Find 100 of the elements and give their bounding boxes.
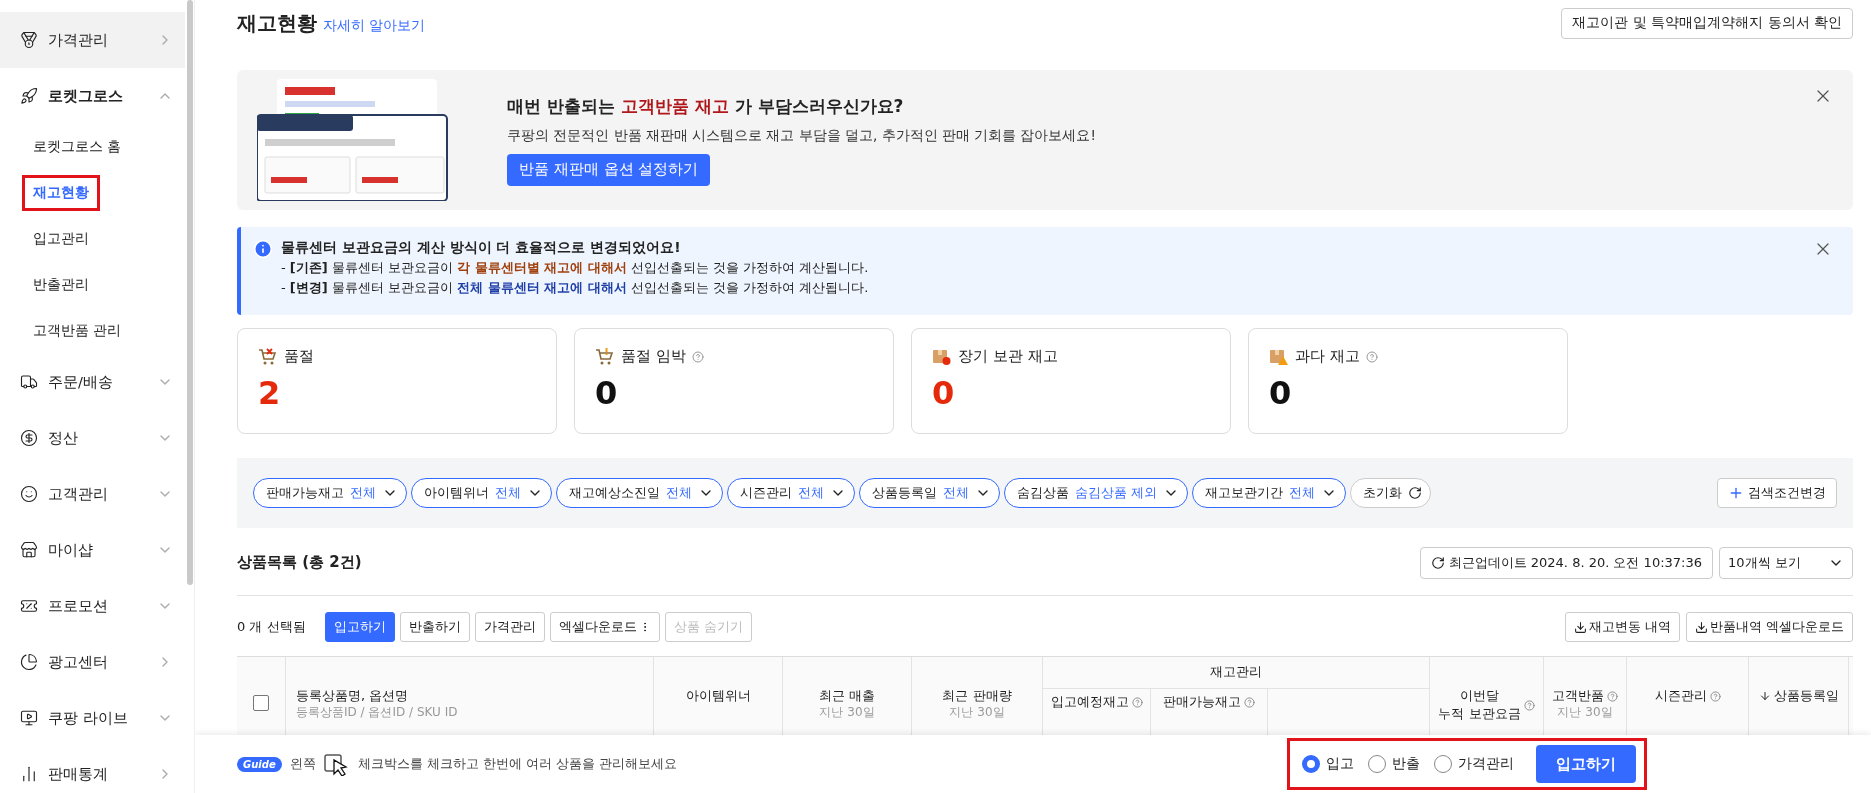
filter-chip[interactable]: 상품등록일 전체: [859, 478, 1000, 508]
help-icon[interactable]: [1607, 690, 1618, 702]
medal-icon: [20, 31, 38, 49]
guide-badge: Guide: [237, 756, 282, 772]
inbound-button[interactable]: 입고하기: [1536, 745, 1636, 783]
column-header: 최근 매출: [818, 687, 876, 705]
sidebar-item[interactable]: 판매통계: [0, 746, 185, 793]
list-title: 상품목록 (총 2건): [237, 553, 362, 572]
percent-ticket-icon: [20, 597, 38, 615]
sidebar-item[interactable]: 고객관리: [0, 466, 185, 522]
radio-option[interactable]: 입고: [1302, 755, 1354, 773]
box-warning-icon: [1269, 347, 1289, 366]
store-icon: [20, 541, 38, 559]
radio-option[interactable]: 가격관리: [1434, 755, 1514, 773]
guide-text: 왼쪽: [289, 755, 316, 773]
sidebar-subitem[interactable]: 반출관리: [22, 267, 100, 303]
sidebar-item[interactable]: 광고센터: [0, 634, 185, 690]
agreement-button[interactable]: 재고이관 및 특약매입계약해지 동의서 확인: [1561, 7, 1853, 39]
filter-chip[interactable]: 시즌관리 전체: [727, 478, 855, 508]
column-header: 상품등록일: [1758, 687, 1839, 706]
action-button[interactable]: 엑셀다운로드: [549, 612, 660, 642]
help-icon[interactable]: [1523, 699, 1535, 711]
download-button[interactable]: 재고변동 내역: [1564, 612, 1680, 642]
radio-option[interactable]: 반출: [1368, 755, 1420, 773]
refresh-icon: [1408, 486, 1423, 500]
checkbox-cursor-icon: [323, 752, 350, 776]
pie-chart-icon: [20, 653, 38, 671]
card-label: 품절 임박: [621, 347, 686, 366]
download-button[interactable]: 반품내역 엑셀다운로드: [1685, 612, 1853, 642]
sidebar-item[interactable]: 정산: [0, 410, 185, 466]
column-header: 아이템위너: [685, 687, 751, 705]
card-value: 2: [258, 374, 282, 412]
action-button[interactable]: 가격관리: [474, 612, 545, 642]
sidebar-subitem[interactable]: 고객반품 관리: [22, 313, 133, 349]
notice-title: 물류센터 보관요금의 계산 방식이 더 효율적으로 변경되었어요!: [281, 238, 682, 257]
sidebar-subitem[interactable]: 입고관리: [22, 221, 100, 257]
truck-icon: [20, 373, 38, 391]
card-label: 장기 보관 재고: [958, 347, 1058, 366]
column-subheader: 지난 30일: [1557, 705, 1613, 721]
help-icon[interactable]: [1365, 350, 1378, 363]
banner-description: 쿠팡의 전문적인 반품 재판매 시스템으로 재고 부담을 덜고, 추가적인 판매 기회를 잡아보세요!: [507, 126, 1096, 145]
selected-count: 0 개 선택됨: [237, 618, 306, 636]
page-size-select[interactable]: 10개씩 보기: [1719, 546, 1853, 579]
sidebar-item[interactable]: 로켓그로스: [0, 68, 185, 124]
summary-card[interactable]: 과다 재고 0: [1248, 328, 1568, 434]
card-label: 과다 재고: [1295, 347, 1360, 366]
column-header: 고객반품: [1552, 687, 1618, 706]
help-icon[interactable]: [1244, 696, 1255, 708]
filter-chip[interactable]: 아이템위너 전체: [411, 478, 552, 508]
card-value: 0: [1269, 374, 1293, 412]
column-subheader: 지난 30일: [949, 705, 1005, 721]
help-link[interactable]: 자세히 알아보기: [323, 16, 426, 35]
sidebar-subitem[interactable]: 로켓그로스 홈: [22, 129, 133, 165]
summary-card[interactable]: 장기 보관 재고 0: [911, 328, 1231, 434]
filter-chip[interactable]: 판매가능재고 전체: [253, 478, 407, 508]
notice-line: - [기존] 물류센터 보관요금이 각 물류센터별 재고에 대해서 선입선출되는 것을 가정하여 계산됩니다.: [281, 259, 869, 277]
rocket-icon: [20, 87, 38, 105]
column-header: 시즌관리: [1654, 687, 1721, 706]
column-header: 판매가능재고: [1163, 693, 1255, 712]
plus-icon: [1728, 485, 1744, 501]
info-icon: [253, 239, 273, 259]
sidebar-item[interactable]: 프로모션: [0, 578, 185, 634]
sidebar-item[interactable]: 주문/배송: [0, 354, 185, 410]
sidebar-item[interactable]: 쿠팡 라이브: [0, 690, 185, 746]
column-header: 최근 판매량: [942, 687, 1012, 705]
refresh-icon: [1430, 555, 1445, 570]
sort-arrow-icon[interactable]: [1758, 690, 1771, 703]
help-icon[interactable]: [1131, 696, 1143, 708]
card-value: 0: [932, 374, 956, 412]
filter-chip[interactable]: 재고보관기간 전체: [1192, 478, 1347, 508]
help-icon[interactable]: [691, 350, 704, 363]
search-condition-button[interactable]: 검색조건변경: [1717, 478, 1837, 508]
reset-chip[interactable]: 초기화: [1350, 478, 1432, 508]
scrollbar[interactable]: [187, 0, 193, 585]
checkbox[interactable]: [253, 695, 269, 711]
summary-card[interactable]: 품절 임박 0: [574, 328, 894, 434]
filter-chip[interactable]: 숨김상품 숨김상품 제외: [1004, 478, 1189, 508]
summary-card[interactable]: 품절 2: [237, 328, 557, 434]
guide-text: 체크박스를 체크하고 한번에 여러 상품을 관리해보세요: [357, 755, 678, 773]
page-title: 재고현황: [237, 9, 317, 37]
card-value: 0: [595, 374, 619, 412]
column-header: 등록상품명, 옵션명: [296, 687, 409, 705]
action-button[interactable]: 입고하기: [324, 612, 395, 642]
sidebar-item[interactable]: 마이샵: [0, 522, 185, 578]
column-header: 입고예정재고: [1050, 693, 1143, 712]
coin-icon: [20, 429, 38, 447]
column-subheader: 등록상품ID / 옵션ID / SKU ID: [296, 705, 458, 721]
refresh-button[interactable]: 최근업데이트 2024. 8. 20. 오전 10:37:36: [1419, 546, 1713, 579]
cart-cross-icon: [258, 347, 278, 366]
download-icon: [1694, 620, 1708, 634]
action-button[interactable]: 반출하기: [399, 612, 470, 642]
sidebar-item[interactable]: 가격관리: [0, 12, 185, 68]
column-subheader: 지난 30일: [819, 705, 875, 721]
resale-option-button[interactable]: 반품 재판매 옵션 설정하기: [507, 153, 711, 186]
box-badge-icon: [932, 347, 952, 366]
cart-alert-icon: [595, 347, 615, 366]
filter-chip[interactable]: 재고예상소진일 전체: [556, 478, 723, 508]
help-icon[interactable]: [1709, 690, 1721, 702]
sidebar-subitem[interactable]: 재고현황: [22, 175, 100, 211]
notice-line: - [변경] 물류센터 보관요금이 전체 물류센터 재고에 대해서 선입선출되는 것을 가정하여 계산됩니다.: [281, 278, 869, 297]
